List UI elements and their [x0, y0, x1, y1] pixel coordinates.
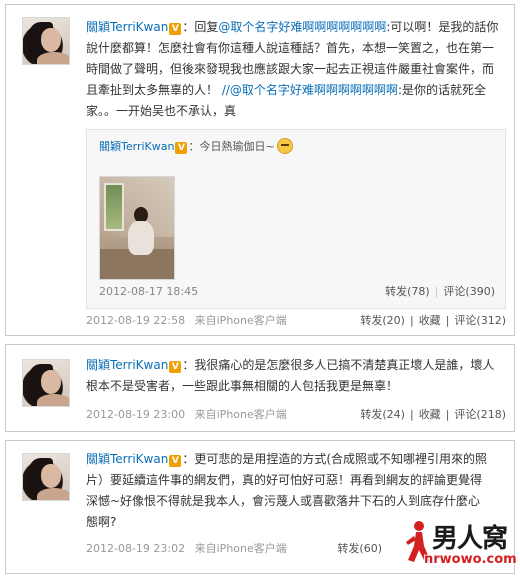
quoted-text: 關穎TerriKwan V ：今日熱瑜伽日~	[99, 138, 293, 155]
mention-link[interactable]: //@取个名字好难啊啊啊啊啊啊啊	[222, 83, 398, 97]
comment-link[interactable]: 评论(390)	[443, 285, 495, 298]
post-meta: 2012-08-19 23:00 来自iPhone客户端 转发(24) | 收藏 | 评…	[86, 408, 506, 421]
source-label[interactable]: 来自iPhone客户端	[195, 408, 287, 421]
brand-url: nrwowo.com	[424, 552, 517, 567]
verified-badge-icon: V	[169, 455, 182, 467]
avatar[interactable]	[22, 453, 70, 501]
verified-badge-icon: V	[169, 361, 182, 373]
comment-link[interactable]: 评论(218)	[454, 408, 506, 421]
repost-link[interactable]: 转发(60)	[337, 542, 382, 555]
favorite-link[interactable]: 收藏	[419, 408, 441, 421]
username-link[interactable]: 關穎TerriKwan	[86, 20, 168, 34]
username-link[interactable]: 關穎TerriKwan	[86, 358, 168, 372]
avatar[interactable]	[22, 359, 70, 407]
mention-link[interactable]: @取个名字好难啊啊啊啊啊啊啊	[218, 20, 386, 34]
source-label[interactable]: 来自iPhone客户端	[195, 542, 287, 555]
repost-link[interactable]: 转发(78)	[385, 285, 430, 298]
timestamp[interactable]: 2012-08-19 22:58	[86, 314, 185, 327]
thumbnail-image[interactable]	[99, 176, 175, 280]
username-link[interactable]: 關穎TerriKwan	[86, 452, 168, 466]
username-link[interactable]: 關穎TerriKwan	[99, 140, 174, 153]
verified-badge-icon: V	[175, 142, 188, 154]
verified-badge-icon: V	[169, 23, 182, 35]
timestamp[interactable]: 2012-08-17 18:45	[99, 285, 198, 298]
repost-link[interactable]: 转发(24)	[360, 408, 405, 421]
site-watermark-logo: 男人窝 nrwowo.com	[402, 514, 517, 572]
smiley-icon	[276, 138, 293, 154]
avatar[interactable]	[22, 17, 70, 65]
source-label[interactable]: 来自iPhone客户端	[195, 314, 287, 327]
brand-text: 男人窝	[432, 524, 508, 554]
weibo-post-2: 關穎TerriKwan V ：我很痛心的是怎麼很多人已搞不清楚真正壞人是誰，壞人根本…	[5, 344, 515, 432]
comment-link[interactable]: 评论(312)	[454, 314, 506, 327]
quoted-meta: 2012-08-17 18:45 转发(78) | 评论(390)	[99, 285, 495, 298]
post-meta: 2012-08-19 22:58 来自iPhone客户端 转发(20) | 收藏 | 评…	[86, 314, 506, 327]
weibo-post-1: 關穎TerriKwan V ：回复@取个名字好难啊啊啊啊啊啊啊:可以啊！是我的話你說…	[5, 4, 515, 336]
post-text: 關穎TerriKwan V ：回复@取个名字好难啊啊啊啊啊啊啊:可以啊！是我的話你說…	[86, 20, 499, 118]
timestamp[interactable]: 2012-08-19 23:00	[86, 408, 185, 421]
favorite-link[interactable]: 收藏	[419, 314, 441, 327]
quoted-post: 關穎TerriKwan V ：今日熱瑜伽日~ 2012-08-17 18:45 转发…	[86, 129, 506, 309]
timestamp[interactable]: 2012-08-19 23:02	[86, 542, 185, 555]
repost-link[interactable]: 转发(20)	[360, 314, 405, 327]
post-text: 關穎TerriKwan V ：我很痛心的是怎麼很多人已搞不清楚真正壞人是誰，壞人根本…	[86, 358, 495, 393]
